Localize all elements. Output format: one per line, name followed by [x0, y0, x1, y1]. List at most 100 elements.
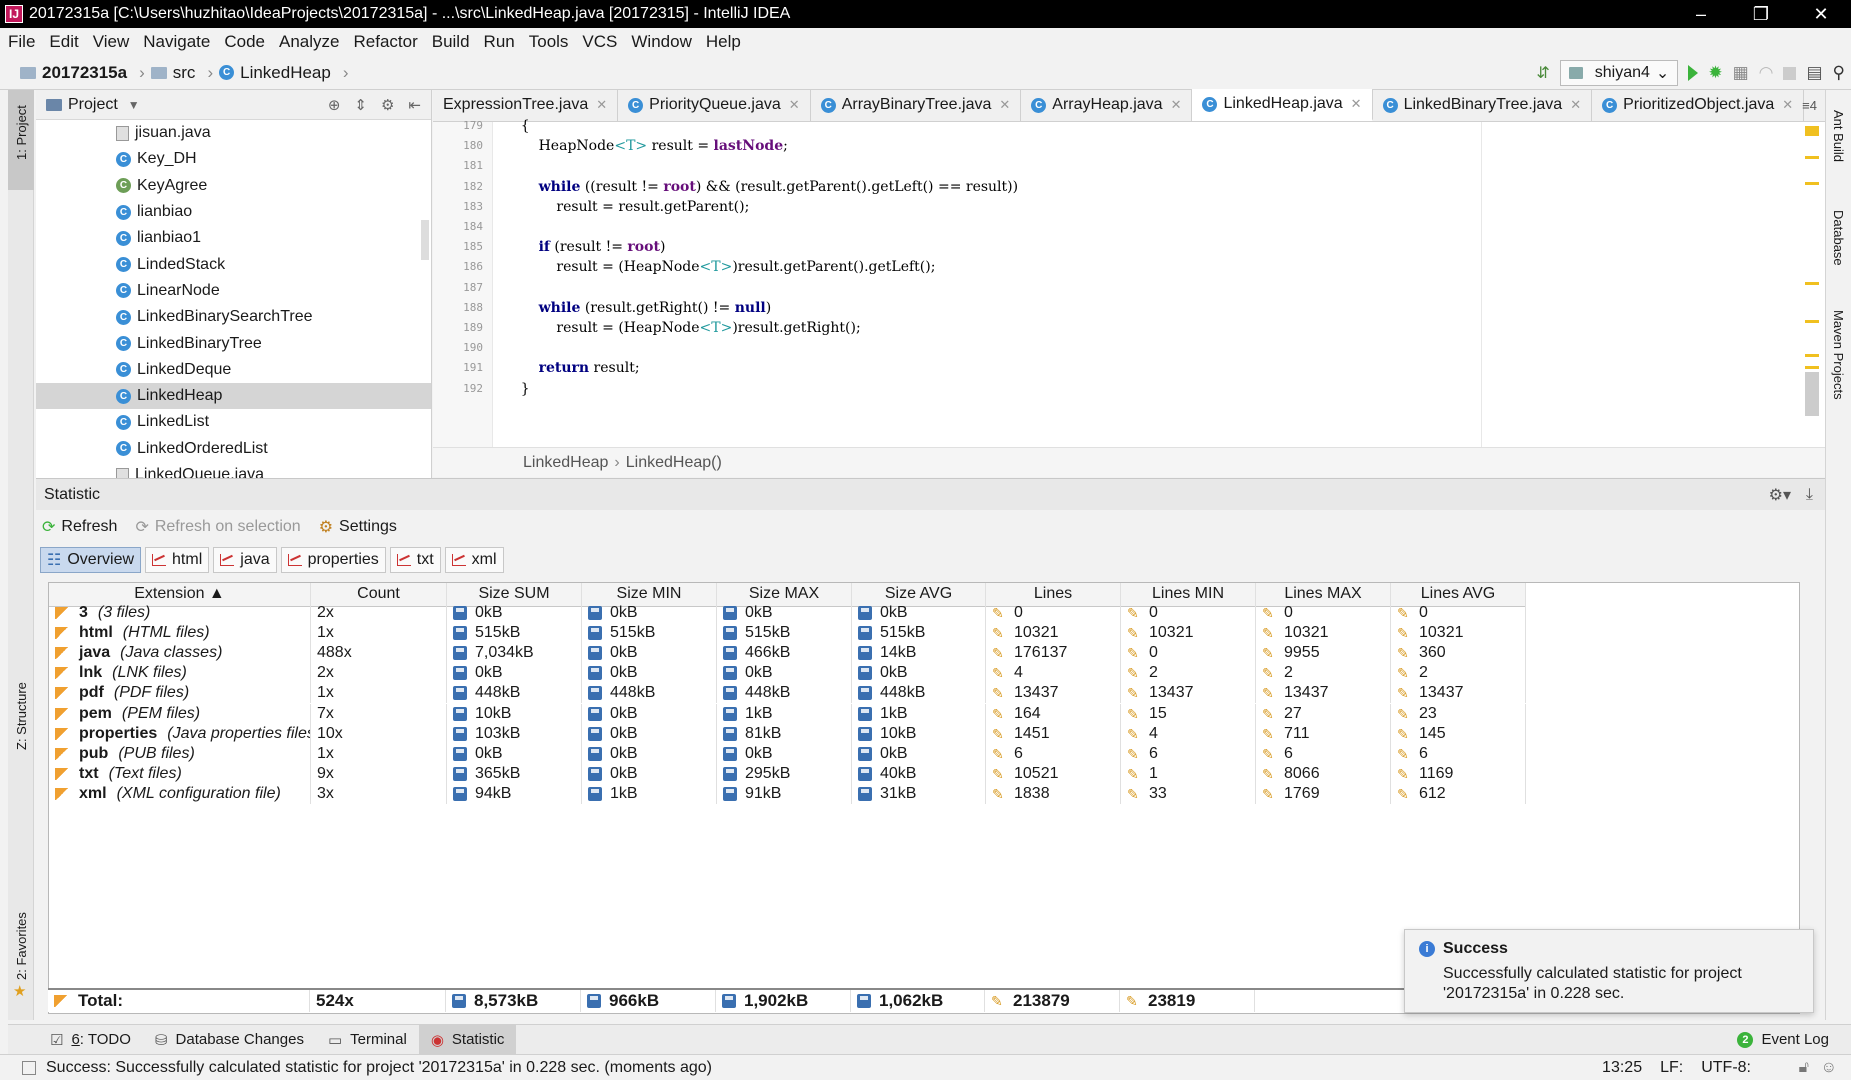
restore-button[interactable]: ❐: [1731, 0, 1791, 28]
run-config-dropdown[interactable]: shiyan4 ⌄: [1559, 60, 1679, 86]
breadcrumb-class[interactable]: LinkedHeap: [523, 454, 608, 472]
tree-item[interactable]: C LinkedDeque: [36, 357, 431, 383]
debug-icon[interactable]: ✹: [1708, 63, 1722, 83]
tree-item[interactable]: C Key_DH: [36, 146, 431, 172]
editor-tab[interactable]: C LinkedHeap.java ✕: [1192, 89, 1373, 121]
project-view-dropdown[interactable]: Project: [68, 96, 118, 114]
close-tab-icon[interactable]: ✕: [999, 97, 1010, 113]
close-tab-icon[interactable]: ✕: [1351, 96, 1362, 112]
table-row[interactable]: pdf (PDF files) 1x 448kB 448kB 448kB 448kB ✎ 134…: [49, 683, 1799, 704]
editor-tab[interactable]: C PriorityQueue.java ✕: [618, 89, 811, 121]
table-row[interactable]: pub (PUB files) 1x 0kB 0kB 0kB 0kB ✎ 6 ✎ 6 ✎ 6 ✎ 6: [49, 743, 1799, 764]
profile-icon[interactable]: ◠: [1759, 63, 1774, 83]
coverage-icon[interactable]: ▦: [1733, 63, 1749, 83]
tree-item[interactable]: C LinkedHeap: [36, 382, 431, 410]
gear-icon[interactable]: ⚙: [381, 96, 394, 114]
tree-item[interactable]: C LinearNode: [36, 278, 431, 304]
favorites-tool-tab[interactable]: 2: Favorites ★: [8, 910, 34, 1000]
tree-item[interactable]: C LinkedBinaryTree: [36, 330, 431, 356]
tree-item[interactable]: C LinkedBinarySearchTree: [36, 304, 431, 330]
statistic-tab-xml[interactable]: xml: [444, 547, 504, 573]
menu-analyze[interactable]: Analyze: [279, 32, 339, 52]
tree-item[interactable]: C LinkedList: [36, 409, 431, 435]
ant-build-tab[interactable]: Ant Build: [1826, 90, 1851, 180]
table-row[interactable]: pem (PEM files) 7x 10kB 0kB 1kB 1kB ✎ 164 ✎ 15 ✎ 27 ✎…: [49, 703, 1799, 724]
table-row[interactable]: html (HTML files) 1x 515kB 515kB 515kB 515kB ✎ 1…: [49, 623, 1799, 644]
database-tab[interactable]: Database: [1826, 190, 1851, 290]
close-button[interactable]: ✕: [1791, 0, 1851, 28]
table-row[interactable]: lnk (LNK files) 2x 0kB 0kB 0kB 0kB ✎ 4 ✎ 2 ✎ 2 ✎ 2: [49, 663, 1799, 684]
success-notification[interactable]: i Success Successfully calculated statist…: [1404, 929, 1814, 1013]
sort-icon[interactable]: ⇵: [1536, 63, 1549, 83]
nav-file[interactable]: C LinkedHeap: [219, 63, 331, 83]
close-tab-icon[interactable]: ✕: [1570, 97, 1581, 113]
tree-item[interactable]: jisuan.java: [36, 120, 431, 146]
menu-edit[interactable]: Edit: [49, 32, 78, 52]
refresh-button[interactable]: ⟳ Refresh: [42, 517, 117, 537]
menu-view[interactable]: View: [93, 32, 130, 52]
table-row[interactable]: xml (XML configuration file) 3x 94kB 1kB 91kB…: [49, 783, 1799, 804]
hide-panel-icon[interactable]: ⤓: [1806, 486, 1813, 504]
chevron-down-icon[interactable]: ▼: [128, 98, 140, 112]
tree-item[interactable]: Clianbiao1: [36, 225, 431, 251]
tree-item[interactable]: C LindedStack: [36, 251, 431, 277]
inspector-icon[interactable]: ☺︎: [1821, 1059, 1837, 1077]
menu-tools[interactable]: Tools: [529, 32, 569, 52]
event-log-tab[interactable]: 2 Event Log: [1725, 1025, 1841, 1055]
database-changes-tab[interactable]: ⛁ Database Changes: [143, 1025, 316, 1055]
close-tab-icon[interactable]: ✕: [596, 97, 607, 113]
minimize-button[interactable]: –: [1671, 0, 1731, 28]
menu-run[interactable]: Run: [484, 32, 515, 52]
table-row[interactable]: txt (Text files) 9x 365kB 0kB 295kB 40kB ✎ 10521…: [49, 763, 1799, 784]
tree-item[interactable]: C LinkedOrderedList: [36, 436, 431, 462]
table-row[interactable]: java (Java classes) 488x 7,034kB 0kB 466kB 14k…: [49, 643, 1799, 664]
locate-icon[interactable]: ⊕: [328, 96, 341, 114]
project-structure-icon[interactable]: ▤: [1806, 63, 1822, 83]
table-row[interactable]: properties (Java properties files) 10x 103k…: [49, 723, 1799, 744]
table-row[interactable]: 3 (3 files) 2x 0kB 0kB 0kB 0kB ✎ 0 ✎ 0 ✎ 0 ✎ 0: [49, 603, 1799, 624]
editor-tab[interactable]: C ArrayBinaryTree.java ✕: [811, 89, 1022, 121]
statistic-tab[interactable]: ◉ Statistic: [418, 1024, 517, 1055]
hide-icon[interactable]: ⇤: [408, 96, 421, 114]
menu-code[interactable]: Code: [224, 32, 265, 52]
menu-help[interactable]: Help: [706, 32, 741, 52]
close-tab-icon[interactable]: ✕: [1782, 97, 1793, 113]
terminal-tab[interactable]: ▭ Terminal: [316, 1025, 419, 1055]
tree-item[interactable]: C KeyAgree: [36, 173, 431, 199]
nav-project[interactable]: 20172315a: [20, 63, 127, 83]
close-tab-icon[interactable]: ✕: [789, 97, 800, 113]
menu-build[interactable]: Build: [432, 32, 470, 52]
tree-scrollbar[interactable]: [421, 220, 429, 260]
statistic-tab-html[interactable]: html: [145, 547, 210, 573]
tree-item[interactable]: Clianbiao: [36, 199, 431, 225]
editor-tab[interactable]: C LinkedBinaryTree.java ✕: [1373, 89, 1593, 121]
tabs-overflow-button[interactable]: ≡4: [1802, 98, 1817, 113]
caret-position[interactable]: 13:25: [1602, 1059, 1642, 1077]
menu-refactor[interactable]: Refactor: [353, 32, 417, 52]
todo-tab[interactable]: ☑ 6: TODO: [38, 1025, 143, 1055]
statistic-tab-java[interactable]: java: [213, 547, 277, 573]
collapse-icon[interactable]: ⇕: [354, 96, 367, 114]
stop-icon[interactable]: [1783, 66, 1797, 80]
project-tool-tab[interactable]: 1: Project: [8, 90, 34, 190]
close-tab-icon[interactable]: ✕: [1171, 97, 1182, 113]
tool-windows-toggle-icon[interactable]: [22, 1060, 36, 1075]
menu-file[interactable]: File: [8, 32, 35, 52]
editor-tab[interactable]: C PrioritizedObject.java ✕: [1592, 89, 1805, 121]
refresh-on-selection-button[interactable]: ⟳ Refresh on selection: [135, 517, 300, 537]
menu-vcs[interactable]: VCS: [582, 32, 617, 52]
menu-navigate[interactable]: Navigate: [143, 32, 210, 52]
lock-icon[interactable]: 🔓︎: [1799, 1059, 1809, 1077]
structure-tool-tab[interactable]: Z: Structure: [8, 670, 34, 760]
line-separator[interactable]: LF:: [1660, 1059, 1683, 1077]
statistic-tab-txt[interactable]: txt: [389, 547, 441, 573]
statistic-tab-overview[interactable]: ☷ Overview: [40, 547, 142, 573]
file-encoding[interactable]: UTF-8:: [1701, 1059, 1751, 1077]
editor-scrollbar-thumb[interactable]: [1805, 372, 1819, 416]
menu-window[interactable]: Window: [631, 32, 691, 52]
statistic-tab-properties[interactable]: properties: [280, 547, 386, 573]
code-editor[interactable]: 179 180 181 182 183 184 185 186 187 188 189 190 191 1…: [433, 118, 1825, 447]
breadcrumb-method[interactable]: LinkedHeap(): [626, 454, 722, 472]
nav-folder[interactable]: src: [150, 63, 195, 83]
search-icon[interactable]: ⚲: [1833, 63, 1845, 83]
